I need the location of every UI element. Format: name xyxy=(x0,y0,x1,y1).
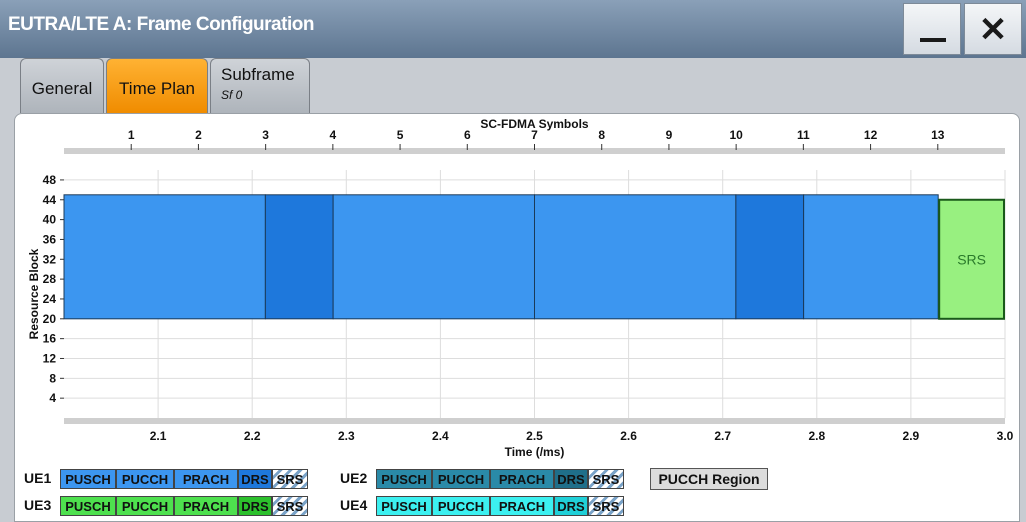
ue1-legend-srs: SRS xyxy=(272,469,308,489)
ue1-legend-drs: DRS xyxy=(238,469,272,489)
ue4-legend-drs: DRS xyxy=(554,496,588,516)
ue4-legend-pucch: PUCCH xyxy=(432,496,490,516)
y-tick-label: 16 xyxy=(43,332,57,346)
top-tick-label: 2 xyxy=(195,128,202,142)
x-tick-label: 2.3 xyxy=(338,429,355,443)
x-tick-label: 2.5 xyxy=(526,429,543,443)
x-tick-label: 2.7 xyxy=(714,429,731,443)
ue1-legend-prach: PRACH xyxy=(174,469,238,489)
y-tick-label: 28 xyxy=(43,272,57,286)
ue4-legend-label: UE4 xyxy=(340,497,368,513)
y-tick-label: 8 xyxy=(49,371,56,385)
y-tick-label: 20 xyxy=(43,312,57,326)
x-tick-label: 2.2 xyxy=(244,429,261,443)
ue3-legend-drs: DRS xyxy=(238,496,272,516)
top-tick-label: 8 xyxy=(598,128,605,142)
ue2-legend-pucch: PUCCH xyxy=(432,469,490,489)
ue4-legend-srs: SRS xyxy=(588,496,624,516)
ue4-legend-pusch: PUSCH xyxy=(376,496,432,516)
y-tick-label: 44 xyxy=(43,193,57,207)
allocation-drs xyxy=(735,194,805,320)
ue3-legend-pucch: PUCCH xyxy=(116,496,174,516)
ue3-legend-prach: PRACH xyxy=(174,496,238,516)
top-tick-label: 4 xyxy=(330,128,337,142)
x-tick-label: 2.6 xyxy=(620,429,637,443)
ue2-legend-drs: DRS xyxy=(554,469,588,489)
ue2-legend-srs: SRS xyxy=(588,469,624,489)
ue1-legend-pusch: PUSCH xyxy=(60,469,116,489)
top-tick-label: 1 xyxy=(128,128,135,142)
ue2-legend-label: UE2 xyxy=(340,470,368,486)
allocation-pusch xyxy=(803,194,939,320)
x-axis-label: Time (/ms) xyxy=(505,445,565,459)
ue1-legend-pucch: PUCCH xyxy=(116,469,174,489)
allocation-drs xyxy=(264,194,334,320)
srs-block-label: SRS xyxy=(957,251,986,267)
top-tick-label: 6 xyxy=(464,128,471,142)
ue3-legend-pusch: PUSCH xyxy=(60,496,116,516)
allocation-pusch xyxy=(534,194,737,320)
y-tick-label: 36 xyxy=(43,232,57,246)
y-tick-label: 48 xyxy=(43,173,57,187)
top-tick-label: 13 xyxy=(931,128,945,142)
top-tick-label: 3 xyxy=(262,128,269,142)
time-plan-chart: SRS48121620242832364044482.1 2.2 2.3 2.4 2.5… xyxy=(27,117,1014,459)
x-tick-label: 2.8 xyxy=(808,429,825,443)
x-tick-label: 2.4 xyxy=(432,429,449,443)
y-tick-label: 40 xyxy=(43,213,57,227)
top-tick-label: 10 xyxy=(729,128,743,142)
allocation-pusch xyxy=(332,194,535,320)
top-tick-label: 12 xyxy=(864,128,878,142)
y-tick-label: 12 xyxy=(43,351,57,365)
x-tick-label: 2.9 xyxy=(903,429,920,443)
y-tick-label: 32 xyxy=(43,252,57,266)
x-tick-label: 3.0 xyxy=(997,429,1014,443)
ue3-legend-label: UE3 xyxy=(24,497,52,513)
y-tick-label: 24 xyxy=(43,292,57,306)
ue2-legend-pusch: PUSCH xyxy=(376,469,432,489)
y-tick-label: 4 xyxy=(49,391,56,405)
top-tick-label: 5 xyxy=(397,128,404,142)
bottom-scroll-strip xyxy=(64,418,1005,424)
allocation-pusch xyxy=(63,194,266,320)
top-axis-label: SC-FDMA Symbols xyxy=(480,117,589,131)
ue3-legend-srs: SRS xyxy=(272,496,308,516)
pucch-region-legend: PUCCH Region xyxy=(650,468,768,490)
ue1-legend-label: UE1 xyxy=(24,470,52,486)
ue2-legend-prach: PRACH xyxy=(490,469,554,489)
y-axis-label: Resource Block xyxy=(27,248,41,339)
ue4-legend-prach: PRACH xyxy=(490,496,554,516)
top-tick-label: 9 xyxy=(666,128,673,142)
top-tick-label: 11 xyxy=(797,128,810,142)
x-tick-label: 2.1 xyxy=(150,429,167,443)
